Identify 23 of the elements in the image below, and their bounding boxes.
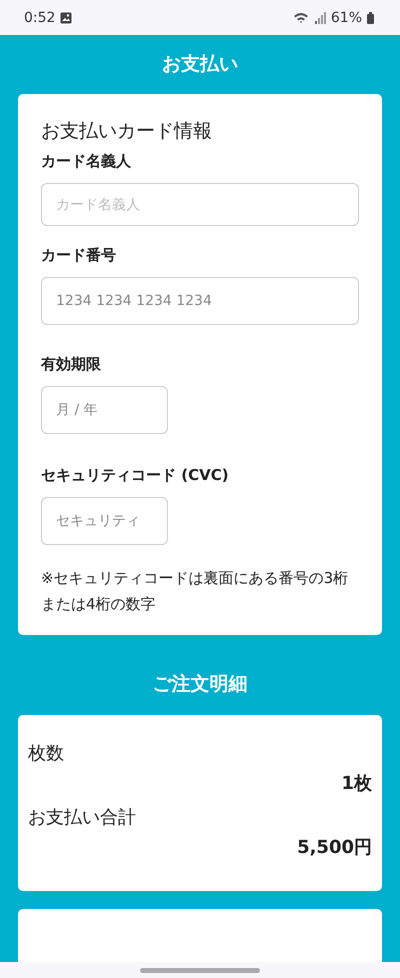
input-field[interactable]: カード名義人 — [41, 183, 359, 226]
order-value: 1枚 — [340, 772, 372, 795]
signal-icon — [314, 12, 326, 24]
note-text: ※セキュリティコードは裏面にある番号の3桁または4桁の数字 — [41, 568, 350, 615]
field-label: 有効期限 — [41, 355, 102, 374]
wifi-icon — [292, 12, 309, 24]
battery-percent: 61% — [330, 10, 362, 26]
order-label: お支払い合計 — [28, 806, 137, 829]
page-title: お支払い — [161, 52, 239, 77]
order-value: 5,500円 — [296, 836, 372, 859]
status-time: 0:52 — [24, 10, 56, 26]
field-label: カード番号 — [41, 246, 117, 265]
field-label: セキュリティコード (CVC) — [41, 466, 230, 485]
section-heading: ご注文明細 — [152, 672, 248, 697]
input-field[interactable]: 1234 1234 1234 1234 — [41, 277, 359, 325]
image-icon — [60, 12, 72, 24]
home-indicator[interactable] — [140, 968, 260, 972]
field-label: カード名義人 — [41, 152, 132, 171]
battery-icon — [367, 12, 374, 24]
input-field[interactable]: 月 / 年 — [41, 386, 168, 434]
order-label: 枚数 — [28, 742, 65, 765]
input-field[interactable]: セキュリティ — [41, 497, 168, 545]
section-title: お支払いカード情報 — [41, 119, 213, 144]
